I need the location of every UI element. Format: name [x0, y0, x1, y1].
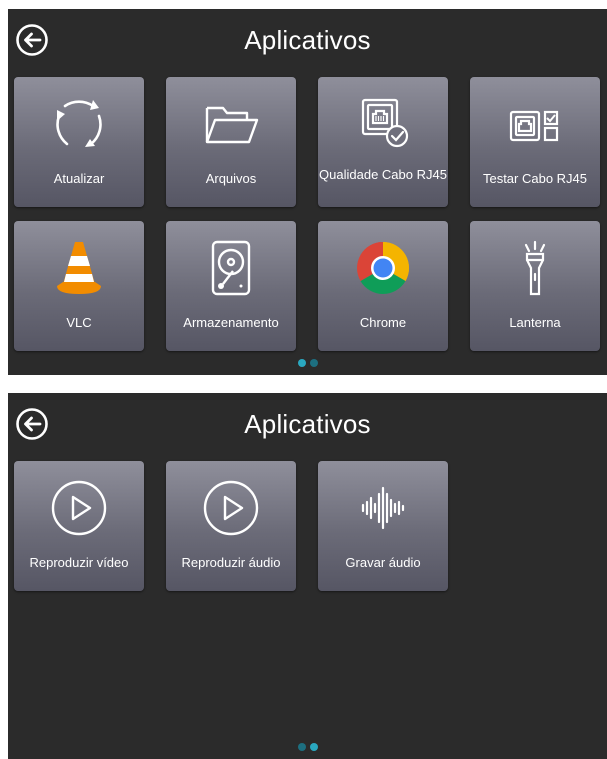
apps-screen-page-1: Aplicativos Atualizar Arquivos Qualidade…: [8, 9, 607, 375]
app-tile-reproduzir-audio[interactable]: Reproduzir áudio: [166, 461, 296, 591]
app-tile-arquivos[interactable]: Arquivos: [166, 77, 296, 207]
app-tile-atualizar[interactable]: Atualizar: [14, 77, 144, 207]
app-label: Atualizar: [53, 171, 105, 186]
app-tile-armazenamento[interactable]: Armazenamento: [166, 221, 296, 351]
app-label: Reproduzir vídeo: [29, 555, 129, 570]
page-title: Aplicativos: [244, 25, 371, 55]
app-tile-reproduzir-video[interactable]: Reproduzir vídeo: [14, 461, 144, 591]
page-dot-active[interactable]: [297, 359, 306, 367]
chrome-icon: [357, 242, 409, 294]
app-label: Lanterna: [509, 315, 561, 330]
page-dot[interactable]: [297, 743, 306, 751]
app-tile-qualidade-cabo[interactable]: Qualidade Cabo RJ45: [318, 77, 448, 207]
ethernet-test-icon: [509, 110, 559, 142]
app-label: Reproduzir áudio: [181, 555, 281, 570]
app-tile-lanterna[interactable]: Lanterna: [470, 221, 600, 351]
app-label: Testar Cabo RJ45: [482, 171, 588, 186]
apps-screen-page-2: Aplicativos Reproduzir vídeo Reproduzir …: [8, 393, 607, 759]
flashlight-icon: [524, 240, 546, 296]
app-tile-chrome[interactable]: Chrome: [318, 221, 448, 351]
page-title: Aplicativos: [244, 409, 371, 439]
vlc-cone-icon: [57, 242, 101, 294]
app-label: Chrome: [359, 315, 407, 330]
page-indicator: [8, 359, 607, 367]
play-circle-icon: [51, 480, 107, 536]
app-tile-gravar-audio[interactable]: Gravar áudio: [318, 461, 448, 591]
page-indicator: [8, 743, 607, 751]
app-tile-testar-cabo[interactable]: Testar Cabo RJ45: [470, 77, 600, 207]
audio-waveform-icon: [361, 486, 405, 530]
ethernet-quality-icon: [361, 98, 409, 148]
app-label: Qualidade Cabo RJ45: [319, 167, 447, 182]
refresh-icon: [56, 100, 102, 147]
app-label: Arquivos: [205, 171, 257, 186]
app-label: Gravar áudio: [345, 555, 421, 570]
folder-icon: [205, 106, 259, 144]
app-label: VLC: [66, 315, 92, 330]
play-circle-icon: [203, 480, 259, 536]
page-dot[interactable]: [309, 359, 318, 367]
hard-drive-icon: [211, 240, 251, 296]
app-tile-vlc[interactable]: VLC: [14, 221, 144, 351]
page-dot-active[interactable]: [309, 743, 318, 751]
app-label: Armazenamento: [183, 315, 279, 330]
